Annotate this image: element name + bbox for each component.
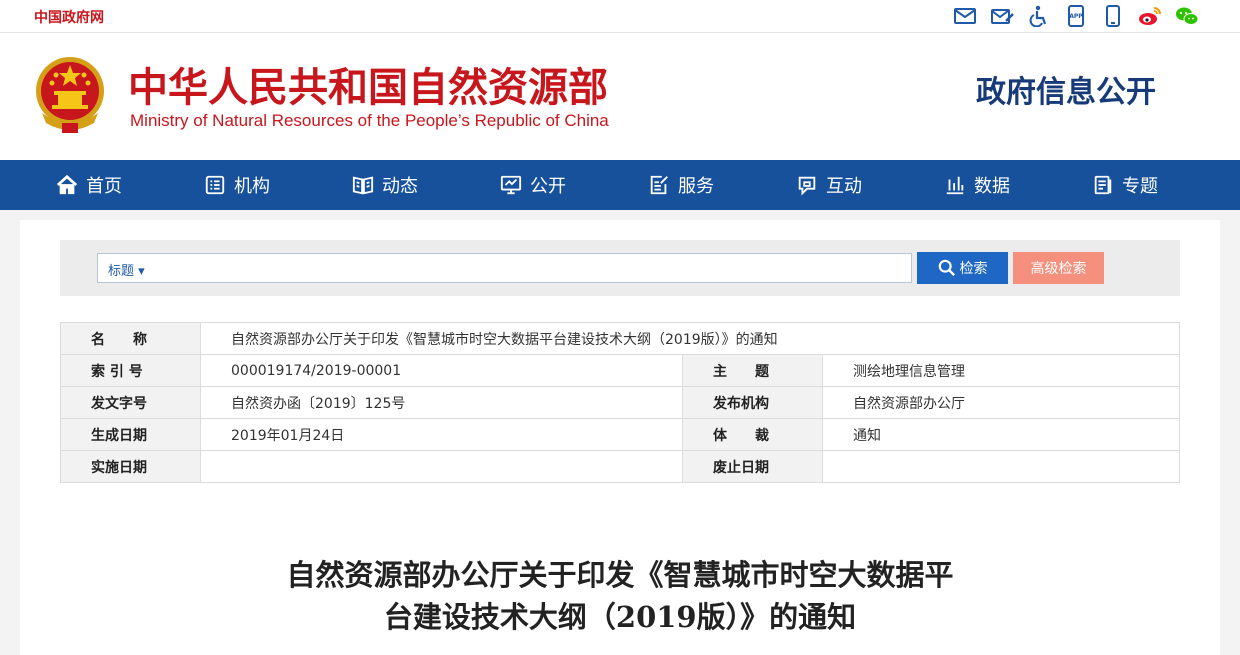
nav-item-topic[interactable]: 专题 xyxy=(1092,160,1240,210)
meta-label-date: 生成日期 xyxy=(60,418,201,451)
meta-label-effective: 实施日期 xyxy=(60,450,201,483)
search-box: 标题 ▾ xyxy=(97,253,912,283)
meta-label-issuer: 发布机构 xyxy=(682,386,823,419)
meta-label-name: 名 称 xyxy=(60,322,201,355)
meta-value-genre: 通知 xyxy=(822,418,1180,451)
nav-item-org[interactable]: 机构 xyxy=(204,160,352,210)
top-icon-group: APP xyxy=(952,4,1200,28)
gov-portal-link[interactable]: 中国政府网 xyxy=(34,7,104,27)
meta-label-genre: 体 裁 xyxy=(682,418,823,451)
nav-label-open: 公开 xyxy=(530,176,566,197)
weibo-icon[interactable] xyxy=(1137,4,1163,28)
bar-chart-icon xyxy=(946,176,964,195)
nav-label-interact: 互动 xyxy=(826,176,862,197)
advanced-search-button[interactable]: 高级检索 xyxy=(1013,252,1104,284)
search-bar: 标题 ▾ 检索 高级检索 xyxy=(60,240,1180,296)
monitor-icon xyxy=(500,175,522,195)
accessibility-icon[interactable] xyxy=(1026,4,1052,28)
meta-label-abolish: 废止日期 xyxy=(682,450,823,483)
nav-label-home: 首页 xyxy=(86,176,122,197)
site-title-en: Ministry of Natural Resources of the Peo… xyxy=(130,111,609,130)
article-title-line1: 自然资源部办公厅关于印发《智慧城市时空大数据平 xyxy=(286,558,954,592)
meta-row-effective: 实施日期 废止日期 xyxy=(60,450,1180,483)
nav-label-org: 机构 xyxy=(234,176,270,197)
meta-value-issuer: 自然资源部办公厅 xyxy=(822,386,1180,419)
mail-edit-icon[interactable] xyxy=(989,4,1015,28)
meta-row-date: 生成日期 2019年01月24日 体 裁 通知 xyxy=(60,418,1180,451)
nav-label-service: 服务 xyxy=(678,176,714,197)
meta-value-subject: 测绘地理信息管理 xyxy=(822,354,1180,387)
nav-item-interact[interactable]: 互动 xyxy=(796,160,944,210)
document-meta-table: 名 称 自然资源部办公厅关于印发《智慧城市时空大数据平台建设技术大纲（2019版… xyxy=(60,322,1180,483)
search-scope-select[interactable]: 标题 ▾ xyxy=(108,260,145,279)
mail-icon[interactable] xyxy=(952,4,978,28)
nav-item-data[interactable]: 数据 xyxy=(944,160,1092,210)
nav-label-data: 数据 xyxy=(974,176,1010,197)
meta-value-effective xyxy=(200,450,683,483)
article-title: 自然资源部办公厅关于印发《智慧城市时空大数据平 台建设技术大纲（2019版）》的… xyxy=(220,554,1020,638)
chat-icon xyxy=(798,176,816,196)
home-icon xyxy=(56,174,78,195)
book-icon xyxy=(352,176,374,195)
top-bar: 中国政府网 APP xyxy=(0,0,1240,33)
meta-label-index: 索 引 号 xyxy=(60,354,201,387)
national-emblem-icon[interactable] xyxy=(32,53,108,135)
meta-value-abolish xyxy=(822,450,1180,483)
nav-item-open[interactable]: 公开 xyxy=(500,160,648,210)
nav-item-service[interactable]: 服务 xyxy=(648,160,796,210)
content-panel: 标题 ▾ 检索 高级检索 名 称 自然资源部办公厅关于印发《智慧城市时空大数据平… xyxy=(20,220,1220,655)
app-icon[interactable]: APP xyxy=(1063,4,1089,28)
edit-doc-icon xyxy=(650,175,668,195)
meta-row-index: 索 引 号 000019174/2019-00001 主 题 测绘地理信息管理 xyxy=(60,354,1180,387)
section-title: 政府信息公开 xyxy=(976,75,1156,110)
nav-label-topic: 专题 xyxy=(1122,176,1158,197)
nav-item-news[interactable]: 动态 xyxy=(352,160,500,210)
svg-text:APP: APP xyxy=(1069,13,1083,20)
meta-value-name: 自然资源部办公厅关于印发《智慧城市时空大数据平台建设技术大纲（2019版）》的通… xyxy=(200,322,1180,355)
meta-row-docno: 发文字号 自然资办函〔2019〕125号 发布机构 自然资源部办公厅 xyxy=(60,386,1180,419)
search-icon xyxy=(938,259,955,277)
main-nav: 首页 机构 动态 公开 服务 互动 数据 专题 xyxy=(0,160,1240,210)
meta-row-name: 名 称 自然资源部办公厅关于印发《智慧城市时空大数据平台建设技术大纲（2019版… xyxy=(60,322,1180,355)
article-title-line2: 台建设技术大纲（2019版）》的通知 xyxy=(383,600,857,634)
wechat-icon[interactable] xyxy=(1174,4,1200,28)
meta-value-docno: 自然资办函〔2019〕125号 xyxy=(200,386,683,419)
meta-value-index: 000019174/2019-00001 xyxy=(200,354,683,387)
search-button-label: 检索 xyxy=(959,260,988,276)
nav-label-news: 动态 xyxy=(382,176,418,197)
meta-label-subject: 主 题 xyxy=(682,354,823,387)
site-header: 中华人民共和国自然资源部 Ministry of Natural Resourc… xyxy=(0,33,1240,160)
org-icon xyxy=(205,175,225,195)
search-button[interactable]: 检索 xyxy=(917,252,1008,284)
site-title-cn: 中华人民共和国自然资源部 xyxy=(128,65,608,111)
nav-item-home[interactable]: 首页 xyxy=(56,160,204,210)
meta-value-date: 2019年01月24日 xyxy=(200,418,683,451)
meta-label-docno: 发文字号 xyxy=(60,386,201,419)
search-input[interactable] xyxy=(156,255,906,281)
mobile-icon[interactable] xyxy=(1100,4,1126,28)
topic-icon xyxy=(1094,175,1112,195)
